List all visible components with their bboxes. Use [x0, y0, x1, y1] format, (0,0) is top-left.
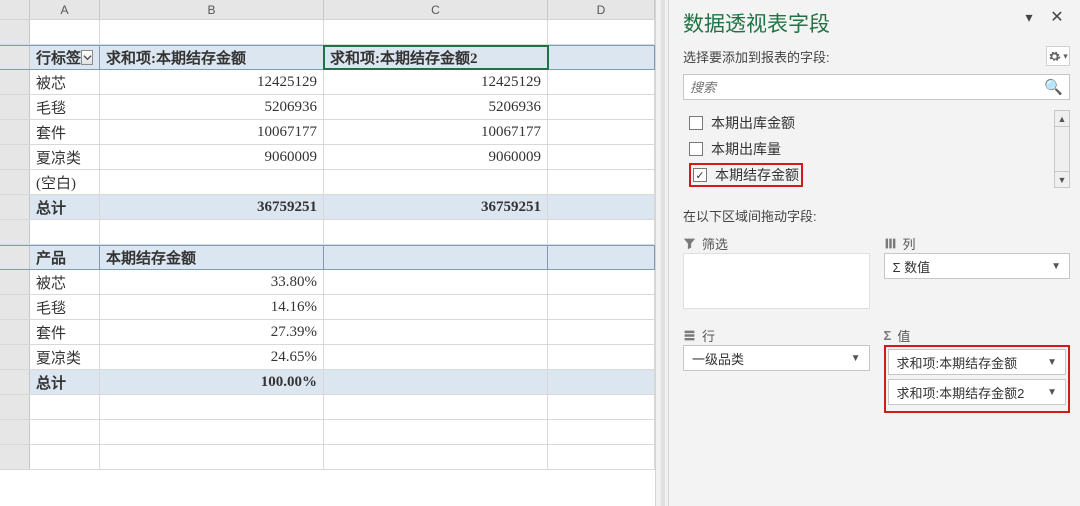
zone-rows-label: 行 — [683, 325, 870, 345]
chevron-down-icon: ▼ — [1047, 387, 1057, 398]
drag-hint-label: 在以下区域间拖动字段: — [683, 206, 1070, 225]
field-list-scrollbar[interactable]: ▲ ▼ — [1054, 110, 1070, 188]
rows-icon — [683, 329, 696, 342]
zone-rows-dropzone[interactable]: 一级品类▼ — [683, 345, 870, 375]
sigma-icon: Σ — [884, 328, 892, 343]
zone-filter-label: 筛选 — [683, 233, 870, 253]
zone-values-label: Σ 值 — [884, 325, 1071, 345]
pivot2-total-row[interactable]: 总计100.00% — [0, 370, 655, 395]
pivot1-sum2-header[interactable]: 求和项:本期结存金额2 — [324, 46, 548, 69]
field-item-highlighted[interactable]: ✓ 本期结存金额 — [683, 162, 1054, 188]
field-label: 本期出库量 — [711, 139, 781, 159]
zone-chip-row-field[interactable]: 一级品类▼ — [683, 345, 870, 371]
layout-options-button[interactable]: ▾ — [1046, 46, 1070, 66]
col-header-B[interactable]: B — [100, 0, 324, 19]
filter-icon — [683, 237, 696, 250]
col-header-C[interactable]: C — [324, 0, 548, 19]
zone-columns-dropzone[interactable]: Σ 数值▼ — [884, 253, 1071, 283]
table-row[interactable]: (空白) — [0, 170, 655, 195]
field-list: 本期出库金额 本期出库量 ✓ 本期结存金额 ▲ ▼ — [683, 110, 1070, 188]
checkbox-icon[interactable] — [689, 116, 703, 130]
zone-columns-label: 列 — [884, 233, 1071, 253]
table-row[interactable]: 夏凉类24.65% — [0, 345, 655, 370]
pivottable-fields-pane: ▾ ✕ 数据透视表字段 选择要添加到报表的字段: ▾ 🔍 本期出库金额 本期出库… — [669, 0, 1080, 506]
zone-values-dropzone[interactable]: 求和项:本期结存金额▼ 求和项:本期结存金额2▼ — [884, 345, 1071, 413]
search-input[interactable]: 🔍 — [683, 74, 1070, 100]
zone-chip-value-2[interactable]: 求和项:本期结存金额2▼ — [888, 379, 1067, 405]
field-label: 本期结存金额 — [715, 165, 799, 185]
minimize-icon[interactable]: ▾ — [1020, 8, 1038, 26]
search-field[interactable] — [690, 80, 1044, 95]
pivot2-prod-header[interactable]: 产品 — [30, 246, 100, 269]
chevron-down-icon: ▼ — [1047, 357, 1057, 368]
gear-icon — [1048, 50, 1061, 63]
pivot1-sum1-header[interactable]: 求和项:本期结存金额 — [100, 46, 324, 69]
column-headers: A B C D — [0, 0, 655, 20]
table-row[interactable]: 被芯1242512912425129 — [0, 70, 655, 95]
table-row[interactable]: 夏凉类90600099060009 — [0, 145, 655, 170]
pivot1-rowlabel-header[interactable]: 行标签 — [30, 46, 100, 69]
col-header-D[interactable]: D — [548, 0, 655, 19]
field-item[interactable]: 本期出库金额 — [683, 110, 1054, 136]
pivot2-header-row: 产品 本期结存金额 — [0, 245, 655, 270]
zone-filter-dropzone[interactable] — [683, 253, 870, 309]
checkbox-icon[interactable] — [689, 142, 703, 156]
pane-subtitle: 选择要添加到报表的字段: — [683, 47, 830, 66]
spreadsheet-grid[interactable]: A B C D 行标签 求和项:本期结存金额 求和项:本期结存金额2 — [0, 0, 655, 506]
pane-splitter[interactable] — [655, 0, 669, 506]
checkbox-checked-icon[interactable]: ✓ — [693, 168, 707, 182]
chevron-down-icon: ▼ — [1051, 261, 1061, 272]
close-icon[interactable]: ✕ — [1048, 8, 1066, 26]
scroll-down-icon[interactable]: ▼ — [1055, 171, 1069, 187]
search-icon: 🔍 — [1044, 78, 1063, 96]
pivot2-amt-header[interactable]: 本期结存金额 — [100, 246, 324, 269]
scroll-up-icon[interactable]: ▲ — [1055, 111, 1069, 127]
pivot1-header-row: 行标签 求和项:本期结存金额 求和项:本期结存金额2 — [0, 45, 655, 70]
zone-chip-value-1[interactable]: 求和项:本期结存金额▼ — [888, 349, 1067, 375]
columns-icon — [884, 237, 897, 250]
field-label: 本期出库金额 — [711, 113, 795, 133]
table-row[interactable]: 毛毯52069365206936 — [0, 95, 655, 120]
pane-title: 数据透视表字段 — [683, 8, 1070, 38]
chevron-down-icon: ▾ — [1063, 51, 1068, 62]
col-header-A[interactable]: A — [30, 0, 100, 19]
zone-chip-sigma-values[interactable]: Σ 数值▼ — [884, 253, 1071, 279]
table-row[interactable]: 被芯33.80% — [0, 270, 655, 295]
filter-dropdown-icon[interactable] — [81, 50, 93, 65]
table-row[interactable]: 套件1006717710067177 — [0, 120, 655, 145]
field-item[interactable]: 本期出库量 — [683, 136, 1054, 162]
chevron-down-icon: ▼ — [851, 353, 861, 364]
table-row[interactable]: 套件27.39% — [0, 320, 655, 345]
pivot1-total-row[interactable]: 总计3675925136759251 — [0, 195, 655, 220]
table-row[interactable]: 毛毯14.16% — [0, 295, 655, 320]
